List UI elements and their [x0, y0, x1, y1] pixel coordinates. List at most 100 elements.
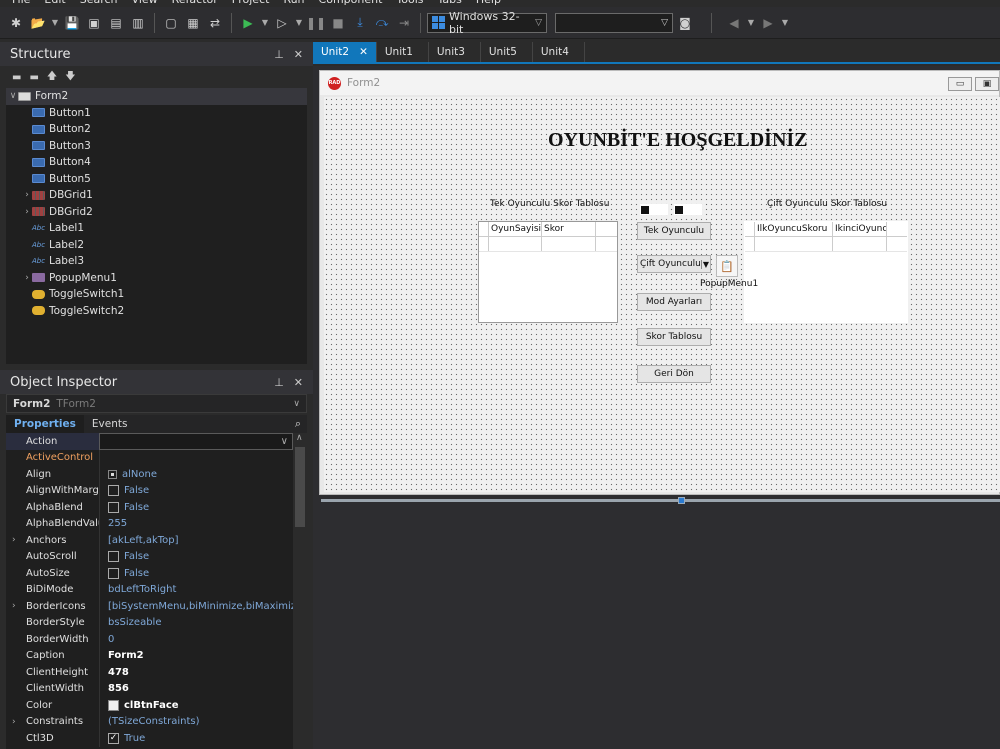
menu-item[interactable]: Project — [232, 0, 270, 7]
toggle-switch-2[interactable] — [674, 204, 702, 215]
chevron-down-icon[interactable]: ▼ — [780, 18, 790, 27]
device-icon[interactable]: ◙ — [675, 13, 695, 33]
menu-item[interactable]: Run — [283, 0, 304, 7]
editor-tab[interactable]: Unit4 — [533, 42, 585, 62]
form-window[interactable]: RAD Form2 ▭ ▣ OYUNBİT'E HOŞGELDİNİZ Tek … — [319, 70, 1000, 495]
target-select[interactable]: ▽ — [555, 12, 673, 33]
chevron-down-icon[interactable]: ∨ — [281, 436, 288, 447]
save-icon[interactable]: 💾 — [62, 13, 82, 33]
stop-icon[interactable]: ■ — [328, 13, 348, 33]
menu-item[interactable]: View — [132, 0, 158, 7]
move-up-icon[interactable]: 🡅 — [47, 69, 57, 86]
scrollbar-thumb[interactable] — [295, 447, 305, 527]
menu-item[interactable]: Edit — [44, 0, 65, 7]
step-into-icon[interactable]: ⤓ — [350, 13, 370, 33]
two-player-score-label[interactable]: Çift Oyunculu Skor Tablosu — [767, 199, 887, 209]
new-items-icon[interactable]: ✱ — [6, 13, 26, 33]
chevron-down-icon[interactable]: ▼ — [294, 18, 304, 27]
property-value[interactable] — [99, 449, 293, 466]
popup-menu-icon[interactable]: 📋 — [716, 255, 738, 277]
tree-item[interactable]: ∨ Form2 — [6, 88, 307, 105]
reopen-icon[interactable]: ▥ — [128, 13, 148, 33]
property-value[interactable]: [biSystemMenu,biMinimize,biMaximize] — [99, 598, 293, 615]
property-row[interactable]: BorderStyle bsSizeable — [6, 614, 293, 631]
checkbox[interactable]: ✓ — [108, 732, 119, 744]
open-project-icon[interactable]: 📂 — [28, 13, 48, 33]
property-row[interactable]: AlignWithMargins False — [6, 482, 293, 499]
score-table-button[interactable]: Skor Tablosu — [637, 328, 711, 346]
tree-item[interactable]: Button5 — [6, 171, 307, 188]
tree-item[interactable]: › DBGrid1 — [6, 187, 307, 204]
editor-tab[interactable]: Unit2 ✕ — [313, 42, 377, 62]
chevron-right-icon[interactable]: › — [12, 535, 16, 545]
form-client-area[interactable]: OYUNBİT'E HOŞGELDİNİZ Tek Oyunculu Skor … — [324, 97, 1000, 492]
maximize-icon[interactable]: ▣ — [975, 77, 999, 91]
checkbox[interactable] — [108, 551, 119, 563]
editor-tab[interactable]: Unit5 — [481, 42, 533, 62]
run-icon[interactable]: ▶ — [238, 13, 258, 33]
menu-item[interactable]: Search — [80, 0, 118, 7]
property-row[interactable]: BiDiMode bdLeftToRight — [6, 581, 293, 598]
grid-row[interactable] — [745, 237, 907, 252]
editor-tab[interactable]: Unit1 — [377, 42, 429, 62]
grid-column-header[interactable]: IlkOyuncuSkoru — [755, 222, 833, 236]
property-value[interactable]: False — [99, 482, 293, 499]
property-row[interactable]: ActiveControl — [6, 449, 293, 466]
property-value[interactable]: [akLeft,akTop] — [99, 532, 293, 549]
property-row[interactable]: Color clBtnFace — [6, 697, 293, 714]
forward-icon[interactable]: ▶ — [758, 13, 778, 33]
grid-column-header[interactable]: Skor — [542, 222, 596, 236]
designer-splitter[interactable] — [321, 497, 1000, 504]
property-value[interactable]: False — [99, 565, 293, 582]
property-row[interactable]: BorderWidth 0 — [6, 631, 293, 648]
property-row[interactable]: AutoScroll False — [6, 548, 293, 565]
chevron-down-icon[interactable]: ∨ — [8, 91, 18, 101]
move-down-icon[interactable]: 🡇 — [65, 69, 75, 86]
grid-cell[interactable] — [542, 237, 596, 251]
tree-item[interactable]: Abc Label3 — [6, 253, 307, 270]
toggle-switch-1[interactable] — [640, 204, 668, 215]
menu-item[interactable]: Tabs — [438, 0, 462, 7]
tree-item[interactable]: ToggleSwitch1 — [6, 286, 307, 303]
collapse-all-icon[interactable]: ▬ — [29, 72, 38, 83]
property-row[interactable]: ClientHeight 478 — [6, 664, 293, 681]
splitter-grip[interactable] — [678, 497, 685, 504]
property-value[interactable]: bdLeftToRight — [99, 581, 293, 598]
property-row[interactable]: AlphaBlendValue 255 — [6, 515, 293, 532]
tree-item[interactable]: Button2 — [6, 121, 307, 138]
close-icon[interactable]: ✕ — [359, 46, 368, 58]
object-selector[interactable]: Form2 TForm2 ∨ — [6, 394, 307, 413]
property-value[interactable]: clBtnFace — [99, 697, 293, 714]
mode-settings-button[interactable]: Mod Ayarları — [637, 293, 711, 311]
property-value[interactable]: 255 — [99, 515, 293, 532]
property-row[interactable]: ClientWidth 856 — [6, 680, 293, 697]
chevron-down-icon[interactable]: ▼ — [746, 18, 756, 27]
chevron-right-icon[interactable]: › — [12, 717, 16, 727]
two-player-grid[interactable]: IlkOyuncuSkoruIkinciOyuncu — [744, 221, 908, 323]
menu-item[interactable]: Refactor — [172, 0, 218, 7]
two-player-button[interactable]: Çift Oyunculu ▼ — [637, 255, 711, 273]
run-without-debug-icon[interactable]: ▷ — [272, 13, 292, 33]
grid-cell[interactable] — [833, 237, 887, 251]
run-to-cursor-icon[interactable]: ⇥ — [394, 13, 414, 33]
tree-item[interactable]: Button4 — [6, 154, 307, 171]
property-value[interactable]: 0 — [99, 631, 293, 648]
tree-item[interactable]: › DBGrid2 — [6, 204, 307, 221]
grid-column-header[interactable]: OyunSayisi — [489, 222, 542, 236]
property-value[interactable]: False — [99, 548, 293, 565]
toggle-form-unit-icon[interactable]: ⇄ — [205, 13, 225, 33]
menu-item[interactable]: File — [12, 0, 30, 7]
property-value[interactable]: (TSizeConstraints) — [99, 713, 293, 730]
property-row[interactable]: Action ∨ — [6, 433, 293, 450]
search-icon[interactable]: ⌕ — [295, 417, 301, 431]
property-value[interactable]: 856 — [99, 680, 293, 697]
chevron-right-icon[interactable]: › — [22, 207, 32, 217]
property-value[interactable]: Form2 — [99, 647, 293, 664]
expand-all-icon[interactable]: ▬ — [12, 72, 21, 83]
step-over-icon[interactable]: ⤼ — [372, 13, 392, 33]
menu-item[interactable]: Tools — [396, 0, 423, 7]
property-row[interactable]: AlphaBlend False — [6, 499, 293, 516]
platform-select[interactable]: Windows 32-bit ▽ — [427, 10, 547, 36]
property-row[interactable]: AutoSize False — [6, 565, 293, 582]
chevron-right-icon[interactable]: › — [12, 601, 16, 611]
